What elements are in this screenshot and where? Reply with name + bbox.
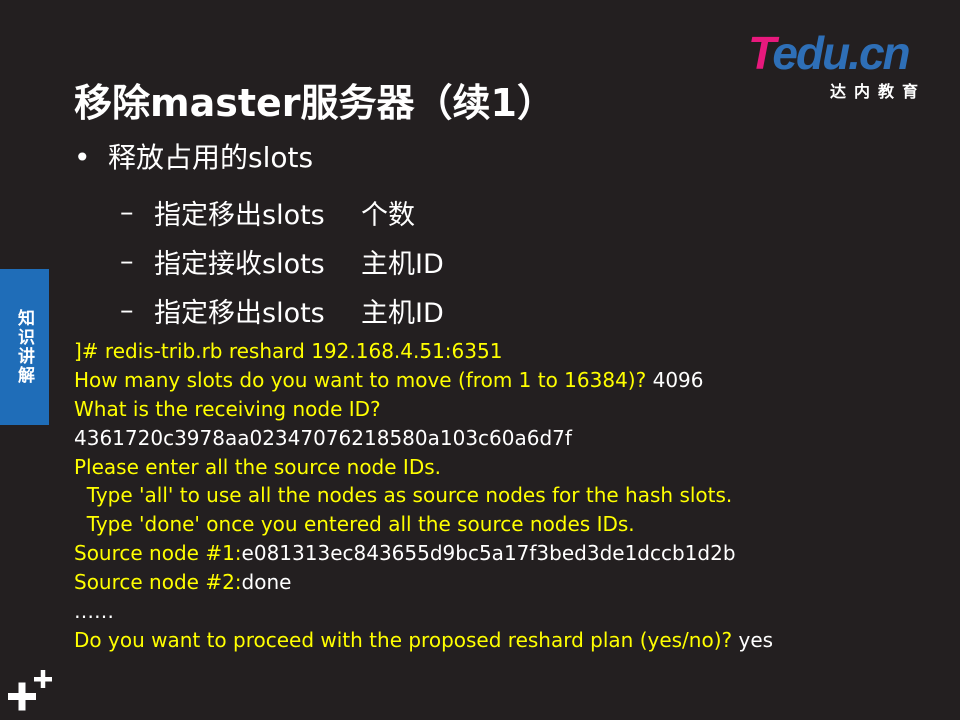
- terminal-line: Type 'all' to use all the nodes as sourc…: [74, 481, 934, 510]
- sub-bullet-label: 指定接收slots: [154, 249, 325, 280]
- terminal-input-text: 4361720c3978aa02347076218580a103c60a6d7f: [74, 425, 572, 450]
- sub-bullet-dash: –: [120, 246, 134, 277]
- slide-title: 移除master服务器（续1）: [74, 81, 555, 125]
- terminal-line: What is the receiving node ID?: [74, 395, 934, 424]
- terminal-input-text: e081313ec843655d9bc5a17f3bed3de1dccb1d2b: [241, 541, 736, 566]
- sub-bullet-item: – 指定移出slots 个数: [120, 188, 444, 237]
- terminal-line: Do you want to proceed with the proposed…: [74, 626, 934, 655]
- terminal-line: Source node #1:e081313ec843655d9bc5a17f3…: [74, 539, 934, 568]
- terminal-prompt-text: ]# redis-trib.rb reshard 192.168.4.51:63…: [74, 339, 503, 363]
- knowledge-section-tab: 知识讲解: [0, 269, 49, 425]
- sub-bullet-dash: –: [120, 295, 134, 326]
- sub-bullet-value: 主机ID: [361, 298, 444, 329]
- terminal-input-text: ……: [74, 599, 114, 624]
- sub-bullet-value: 主机ID: [361, 249, 444, 280]
- logo-wordmark: Tedu.cn: [748, 27, 911, 79]
- terminal-prompt-text: What is the receiving node ID?: [74, 396, 381, 421]
- terminal-input-text: yes: [738, 627, 774, 652]
- main-bullet: • 释放占用的slots: [74, 136, 313, 176]
- terminal-line: Please enter all the source node IDs.: [74, 453, 934, 482]
- sub-bullet-list: – 指定移出slots 个数 – 指定接收slots 主机ID – 指定移出sl…: [120, 188, 444, 335]
- main-bullet-text: 释放占用的slots: [108, 141, 314, 174]
- plus-icon: [8, 670, 52, 711]
- terminal-prompt-text: Do you want to proceed with the proposed…: [74, 627, 739, 652]
- terminal-prompt-text: How many slots do you want to move (from…: [74, 367, 653, 392]
- terminal-line: Type 'done' once you entered all the sou…: [74, 510, 934, 539]
- terminal-input-text: done: [241, 570, 292, 595]
- sub-bullet-item: – 指定移出slots 主机ID: [120, 286, 444, 335]
- sub-bullet-label: 指定移出slots: [154, 298, 325, 329]
- terminal-line: 4361720c3978aa02347076218580a103c60a6d7f: [74, 424, 934, 453]
- terminal-line: Source node #2:done: [74, 568, 934, 597]
- terminal-prompt-text: Please enter all the source node IDs.: [74, 454, 441, 479]
- tedu-logo: Tedu.cn 达内教育: [748, 27, 933, 101]
- logo-domain: edu.cn: [772, 27, 910, 79]
- terminal-prompt-text: Type 'all' to use all the nodes as sourc…: [74, 483, 733, 508]
- terminal-prompt-text: Type 'done' once you entered all the sou…: [74, 512, 635, 537]
- terminal-prompt-text: Source node #2:: [74, 570, 242, 595]
- terminal-line: ……: [74, 597, 934, 626]
- bullet-dot: •: [74, 141, 91, 174]
- sub-bullet-item: – 指定接收slots 主机ID: [120, 237, 444, 286]
- terminal-line: ]# redis-trib.rb reshard 192.168.4.51:63…: [74, 337, 934, 366]
- terminal-output: ]# redis-trib.rb reshard 192.168.4.51:63…: [74, 337, 934, 655]
- terminal-prompt-text: Source node #1:: [74, 541, 242, 566]
- logo-subtitle: 达内教育: [830, 82, 927, 101]
- sub-bullet-label: 指定移出slots: [154, 200, 325, 231]
- sub-bullet-dash: –: [120, 197, 134, 228]
- terminal-line: How many slots do you want to move (from…: [74, 366, 934, 395]
- side-tab-label: 知识讲解: [14, 309, 34, 385]
- logo-letter-t: T: [748, 27, 774, 79]
- terminal-input-text: 4096: [652, 367, 704, 392]
- sub-bullet-value: 个数: [361, 200, 415, 231]
